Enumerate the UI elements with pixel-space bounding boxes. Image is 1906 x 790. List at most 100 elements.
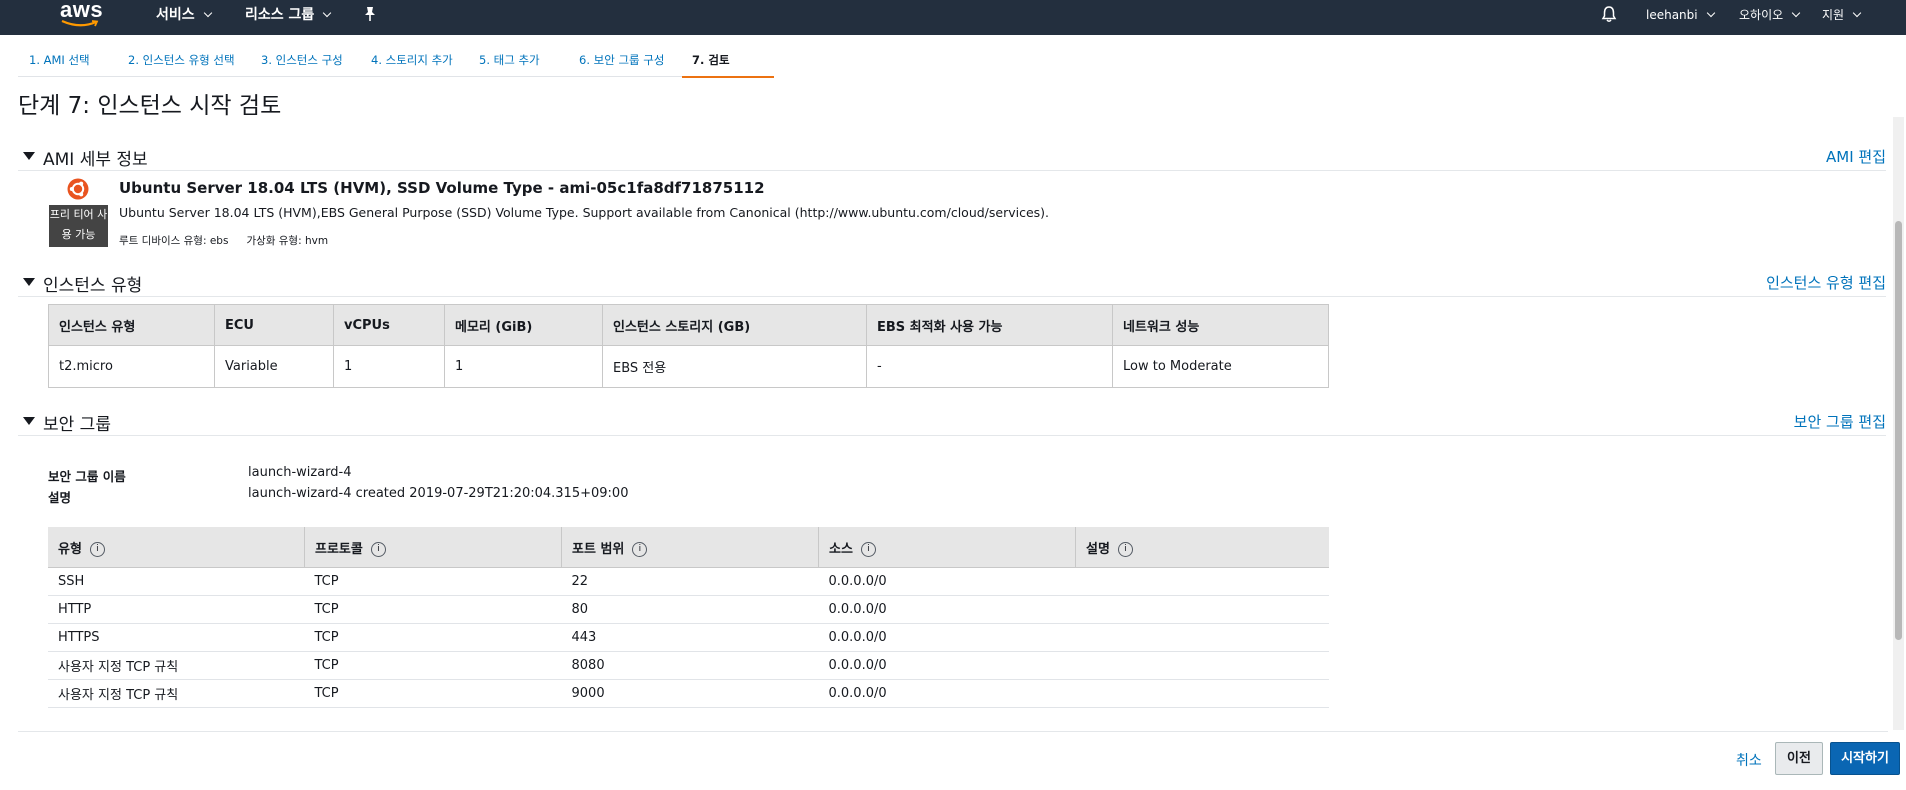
- tab-configure-instance[interactable]: 3. 인스턴스 구성: [251, 52, 361, 77]
- previous-button[interactable]: 이전: [1775, 742, 1823, 775]
- edit-security-group-link[interactable]: 보안 그룹 편집: [1794, 411, 1886, 432]
- vertical-scrollbar[interactable]: [1893, 117, 1904, 730]
- column-header: 메모리 (GiB): [444, 304, 603, 346]
- table-cell: 1: [333, 345, 445, 388]
- table-cell: 0.0.0.0/0: [818, 679, 1076, 708]
- cancel-button[interactable]: 취소: [1736, 750, 1762, 770]
- chevron-down-icon: [1706, 8, 1715, 18]
- edit-instance-type-link[interactable]: 인스턴스 유형 편집: [1766, 272, 1886, 293]
- table-cell: TCP: [304, 595, 562, 624]
- collapse-triangle-icon[interactable]: [23, 152, 35, 160]
- table-header-row: 유형 i 프로토콜 i 포트 범위 i 소스 i 설명 i: [48, 527, 1329, 568]
- table-cell: 80: [561, 595, 819, 624]
- table-cell: [1075, 679, 1329, 708]
- free-tier-badge-line1: 프리 티어 사: [49, 208, 108, 221]
- collapse-triangle-icon[interactable]: [23, 417, 35, 425]
- instance-section-header: 인스턴스 유형 인스턴스 유형 편집: [18, 270, 1886, 297]
- user-menu[interactable]: leehanbi: [1646, 0, 1715, 35]
- info-icon[interactable]: i: [89, 541, 105, 557]
- virtualization-type: 가상화 유형: hvm: [246, 235, 329, 247]
- table-row: HTTP TCP 80 0.0.0.0/0: [48, 595, 1329, 624]
- table-cell: t2.micro: [48, 345, 215, 388]
- chevron-down-icon: [323, 8, 332, 18]
- aws-logo[interactable]: aws: [60, 0, 104, 33]
- launch-button[interactable]: 시작하기: [1830, 742, 1900, 775]
- ami-section-title[interactable]: AMI 세부 정보: [43, 145, 148, 170]
- column-header-label: 설명: [1086, 541, 1110, 557]
- root-device-type: 루트 디바이스 유형: ebs: [119, 235, 229, 247]
- table-cell: EBS 전용: [602, 345, 867, 388]
- column-header-label: 프로토콜: [315, 541, 363, 557]
- tab-label: 2. 인스턴스 유형 선택: [128, 53, 235, 67]
- bell-icon[interactable]: [1601, 5, 1617, 23]
- edit-ami-link[interactable]: AMI 편집: [1826, 146, 1886, 167]
- table-cell: TCP: [304, 679, 562, 708]
- table-cell: 9000: [561, 679, 819, 708]
- table-cell: TCP: [304, 567, 562, 596]
- column-header-label: 소스: [829, 541, 853, 557]
- info-icon[interactable]: i: [1117, 541, 1133, 557]
- page-title: 단계 7: 인스턴스 시작 검토: [18, 93, 282, 119]
- security-group-description-label: 설명: [48, 490, 72, 505]
- aws-smile-icon: [61, 19, 99, 27]
- column-header: 인스턴스 스토리지 (GB): [602, 304, 867, 346]
- security-rules-table: 유형 i 프로토콜 i 포트 범위 i 소스 i 설명 i SSH TCP 22 0.0.…: [48, 527, 1329, 708]
- table-cell: SSH: [48, 567, 305, 596]
- table-cell: Variable: [214, 345, 334, 388]
- table-cell: HTTP: [48, 595, 305, 624]
- column-header: 인스턴스 유형: [48, 304, 215, 346]
- tab-ami-select[interactable]: 1. AMI 선택: [18, 52, 121, 77]
- table-cell: 0.0.0.0/0: [818, 595, 1076, 624]
- table-cell: [1075, 651, 1329, 680]
- table-cell: [1075, 623, 1329, 652]
- instance-section-title[interactable]: 인스턴스 유형: [43, 271, 142, 296]
- info-icon[interactable]: i: [860, 541, 876, 557]
- ami-section-header: AMI 세부 정보 AMI 편집: [18, 144, 1886, 171]
- table-cell: 22: [561, 567, 819, 596]
- table-cell: [1075, 567, 1329, 596]
- info-icon[interactable]: i: [632, 541, 648, 557]
- table-cell: 8080: [561, 651, 819, 680]
- security-group-name-value: launch-wizard-4: [248, 465, 352, 480]
- tab-label: 5. 태그 추가: [479, 53, 540, 67]
- chevron-down-icon: [1791, 8, 1801, 18]
- region-menu-label: 오하이오: [1739, 8, 1784, 22]
- ami-meta: 루트 디바이스 유형: ebs 가상화 유형: hvm: [119, 233, 328, 248]
- tab-label: 7. 검토: [692, 53, 730, 67]
- tab-security-group[interactable]: 6. 보안 그룹 구성: [569, 52, 682, 77]
- column-header-label: 포트 범위: [572, 541, 625, 557]
- tab-label: 4. 스토리지 추가: [371, 53, 453, 67]
- region-menu[interactable]: 오하이오: [1739, 0, 1801, 35]
- info-icon[interactable]: i: [370, 541, 386, 557]
- scrollbar-thumb[interactable]: [1895, 221, 1902, 640]
- table-row: t2.micro Variable 1 1 EBS 전용 - Low to Mo…: [48, 345, 1329, 388]
- tab-add-storage[interactable]: 4. 스토리지 추가: [361, 52, 469, 77]
- footer-divider: [18, 731, 1888, 732]
- tab-label: 6. 보안 그룹 구성: [579, 53, 665, 67]
- security-section-title[interactable]: 보안 그룹: [43, 410, 111, 435]
- tab-review[interactable]: 7. 검토: [682, 52, 774, 78]
- table-cell: HTTPS: [48, 623, 305, 652]
- table-cell: TCP: [304, 651, 562, 680]
- services-menu-label: 서비스: [156, 7, 195, 23]
- column-header: EBS 최적화 사용 가능: [866, 304, 1113, 346]
- table-header-row: 인스턴스 유형 ECU vCPUs 메모리 (GiB) 인스턴스 스토리지 (G…: [48, 304, 1329, 346]
- ami-name: Ubuntu Server 18.04 LTS (HVM), SSD Volum…: [119, 179, 765, 197]
- support-menu-label: 지원: [1822, 8, 1845, 22]
- ami-description: Ubuntu Server 18.04 LTS (HVM),EBS Genera…: [119, 205, 1050, 220]
- chevron-down-icon: [203, 8, 212, 18]
- chevron-down-icon: [1852, 8, 1862, 18]
- column-header-type: 유형 i: [48, 527, 305, 568]
- pin-icon[interactable]: [363, 6, 377, 22]
- collapse-triangle-icon[interactable]: [23, 278, 35, 286]
- column-header-port-range: 포트 범위 i: [561, 527, 819, 568]
- tab-add-tags[interactable]: 5. 태그 추가: [469, 52, 569, 77]
- column-header-source: 소스 i: [818, 527, 1076, 568]
- services-menu[interactable]: 서비스: [156, 0, 212, 35]
- support-menu[interactable]: 지원: [1822, 0, 1862, 35]
- resource-groups-menu[interactable]: 리소스 그룹: [245, 0, 332, 35]
- table-cell: 0.0.0.0/0: [818, 651, 1076, 680]
- tab-instance-type[interactable]: 2. 인스턴스 유형 선택: [118, 52, 251, 77]
- security-group-description-value: launch-wizard-4 created 2019-07-29T21:20…: [248, 486, 629, 501]
- table-cell: 0.0.0.0/0: [818, 567, 1076, 596]
